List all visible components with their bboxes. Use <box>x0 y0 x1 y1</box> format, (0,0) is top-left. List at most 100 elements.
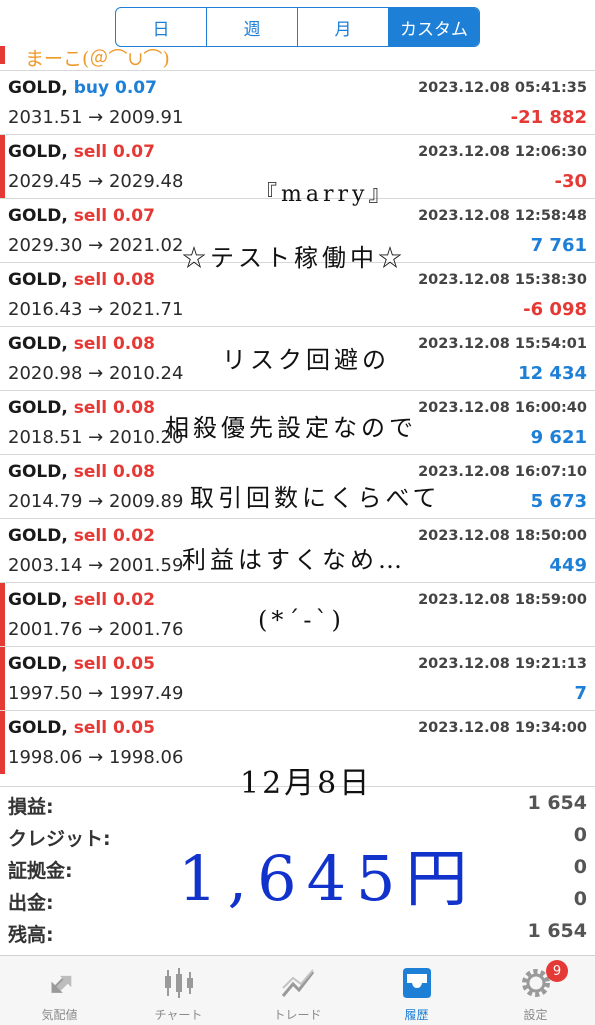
chart-icon <box>164 968 193 998</box>
symbol-name: GOLD, <box>8 206 68 226</box>
symbol-name: GOLD, <box>8 142 68 162</box>
summary-value: 1 654 <box>527 792 588 814</box>
trade-side: sell <box>73 654 108 674</box>
trade-symbol: GOLD, sell 0.07 <box>8 142 155 162</box>
trade-row[interactable]: GOLD, buy 0.07 2031.51 → 2009.91 2023.12.0… <box>0 70 595 134</box>
summary-label: 出金: <box>8 892 54 914</box>
trade-side: sell <box>73 590 108 610</box>
handwritten-line-4: 取引回数にくらべて <box>190 484 441 512</box>
tab-custom[interactable]: カスタム <box>389 8 479 46</box>
handwritten-amount: 1,645円 <box>178 842 478 915</box>
trade-time: 2023.12.08 18:50:00 <box>418 528 587 544</box>
nav-trade[interactable]: トレード <box>238 956 357 1025</box>
trade-prices: 2020.98 → 2010.24 <box>8 363 184 384</box>
notification-badge: 9 <box>546 960 568 982</box>
trade-side: sell <box>73 334 108 354</box>
symbol-name: GOLD, <box>8 654 68 674</box>
trade-time: 2023.12.08 19:34:00 <box>418 720 587 736</box>
trade-profit: 7 761 <box>530 235 587 256</box>
tab-day[interactable]: 日 <box>116 8 207 46</box>
position-marker <box>0 327 5 390</box>
trade-prices: 2029.45 → 2029.48 <box>8 171 184 192</box>
trade-symbol: GOLD, sell 0.08 <box>8 462 155 482</box>
trade-prices: 1998.06 → 1998.06 <box>8 747 184 768</box>
quotes-icon <box>51 975 71 993</box>
trade-symbol: GOLD, sell 0.08 <box>8 270 155 290</box>
symbol-name: GOLD, <box>8 718 68 738</box>
trade-time: 2023.12.08 16:00:40 <box>418 400 587 416</box>
nav-label: 設定 <box>523 1008 548 1022</box>
position-marker <box>0 647 5 710</box>
trade-time: 2023.12.08 15:38:30 <box>418 272 587 288</box>
trade-lots: 0.02 <box>112 526 155 546</box>
trade-lots: 0.07 <box>112 142 155 162</box>
trade-profit: 12 434 <box>518 363 587 384</box>
nav-settings[interactable]: 9 設定 <box>476 956 595 1025</box>
symbol-name: GOLD, <box>8 590 68 610</box>
trade-lots: 0.08 <box>112 270 155 290</box>
trade-lots: 0.07 <box>115 78 157 98</box>
nav-history[interactable]: 履歴 <box>357 956 476 1025</box>
trade-profit: 9 621 <box>530 427 587 448</box>
tab-week[interactable]: 週 <box>207 8 298 46</box>
summary-value: 0 <box>573 888 587 910</box>
trade-side: sell <box>73 142 108 162</box>
trade-symbol: GOLD, sell 0.05 <box>8 718 155 738</box>
summary-label: 損益: <box>8 796 54 818</box>
summary-label: クレジット: <box>8 828 111 850</box>
trade-time: 2023.12.08 12:06:30 <box>418 144 587 160</box>
trade-symbol: GOLD, sell 0.05 <box>8 654 155 674</box>
position-marker <box>0 263 5 326</box>
trade-symbol: GOLD, sell 0.08 <box>8 334 155 354</box>
trade-time: 2023.12.08 16:07:10 <box>418 464 587 480</box>
trade-time: 2023.12.08 18:59:00 <box>418 592 587 608</box>
trade-lots: 0.08 <box>112 398 155 418</box>
trade-row[interactable]: GOLD, sell 0.05 1997.50 → 1997.49 2023.12.… <box>0 646 595 710</box>
trade-lots: 0.05 <box>112 654 155 674</box>
trade-symbol: GOLD, buy 0.07 <box>8 78 157 98</box>
handwritten-date: 12月8日 <box>240 766 373 801</box>
trade-side: sell <box>73 270 108 290</box>
symbol-name: GOLD, <box>8 526 68 546</box>
position-marker <box>0 199 5 262</box>
trade-symbol: GOLD, sell 0.02 <box>8 526 155 546</box>
handwritten-signature: まーこ(＠⌒∪⌒) <box>25 48 170 70</box>
trade-prices: 2014.79 → 2009.89 <box>8 491 184 512</box>
trade-lots: 0.02 <box>112 590 155 610</box>
nav-chart[interactable]: チャート <box>119 956 238 1025</box>
summary-value: 1 654 <box>527 920 588 942</box>
position-marker <box>0 391 5 454</box>
position-marker <box>0 519 5 582</box>
position-marker <box>0 135 5 198</box>
trade-lots: 0.05 <box>112 718 155 738</box>
trade-prices: 2003.14 → 2001.59 <box>8 555 184 576</box>
summary-label: 証拠金: <box>8 860 73 882</box>
trade-prices: 2016.43 → 2021.71 <box>8 299 184 320</box>
position-marker <box>0 583 5 646</box>
symbol-name: GOLD, <box>8 78 68 98</box>
nav-label: トレード <box>273 1008 322 1022</box>
trade-side: sell <box>73 718 108 738</box>
trade-side: sell <box>73 462 108 482</box>
trade-profit: 7 <box>574 683 587 704</box>
symbol-name: GOLD, <box>8 398 68 418</box>
trade-profit: -30 <box>554 171 587 192</box>
trade-symbol: GOLD, sell 0.02 <box>8 590 155 610</box>
trade-symbol: GOLD, sell 0.07 <box>8 206 155 226</box>
handwritten-line-5: 利益はすくなめ… <box>182 546 406 574</box>
handwritten-name: 『marry』 <box>255 182 395 207</box>
trade-time: 2023.12.08 12:58:48 <box>418 208 587 224</box>
nav-quotes[interactable]: 気配値 <box>0 956 119 1025</box>
period-selector: 日 週 月 カスタム <box>115 7 480 47</box>
trade-time: 2023.12.08 19:21:13 <box>418 656 587 672</box>
trade-side: sell <box>73 526 108 546</box>
trade-profit: -6 098 <box>523 299 587 320</box>
position-marker <box>0 455 5 518</box>
position-marker <box>0 711 5 774</box>
summary-value: 0 <box>573 824 587 846</box>
tab-month[interactable]: 月 <box>298 8 389 46</box>
bottom-navigation: 気配値 チャート トレード 履歴 9 設定 <box>0 955 595 1025</box>
trade-side: sell <box>73 206 108 226</box>
trade-side: sell <box>73 398 108 418</box>
trade-time: 2023.12.08 05:41:35 <box>418 80 587 96</box>
